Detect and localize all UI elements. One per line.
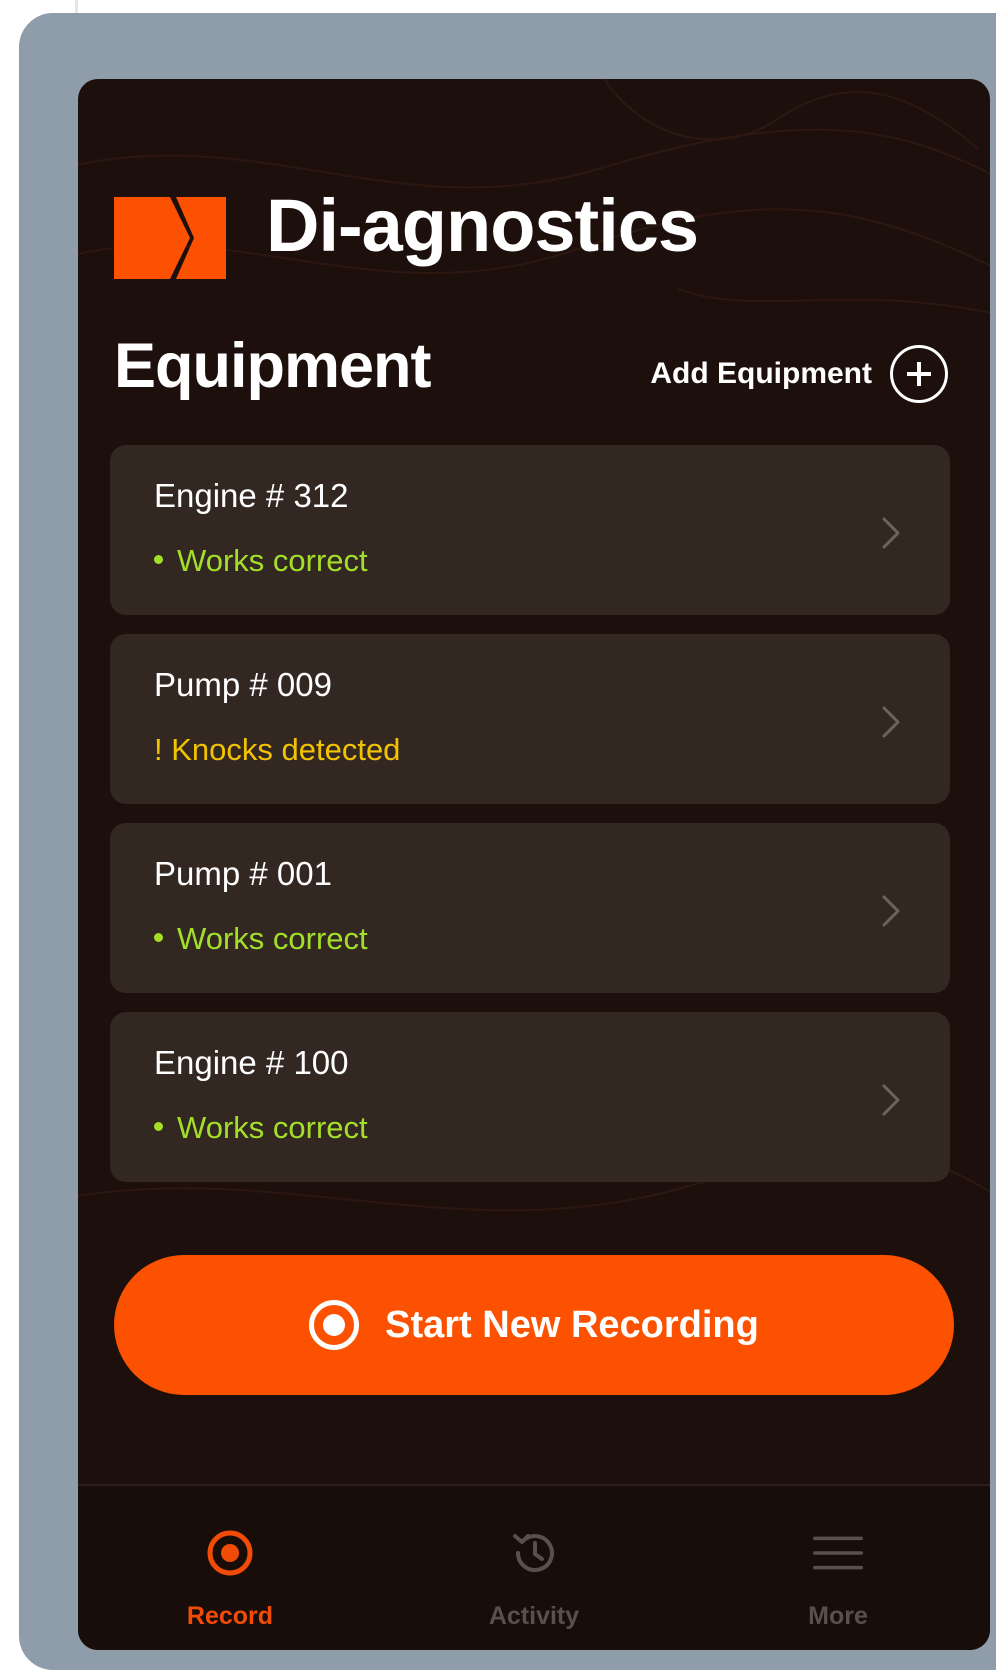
app-name: Di-agnostics <box>266 184 699 267</box>
equipment-name: Engine # 100 <box>154 1044 349 1081</box>
device-frame: Di-agnostics Equipment Add Equipment Eng… <box>19 13 996 1670</box>
equipment-status-text: ! Knocks detected <box>154 732 401 767</box>
equipment-status-text: Works correct <box>177 1110 368 1145</box>
equipment-card[interactable]: Pump # 009 ! Knocks detected <box>110 634 950 804</box>
start-recording-button[interactable]: Start New Recording <box>114 1255 954 1395</box>
equipment-status-text: Works correct <box>177 543 368 578</box>
equipment-card[interactable]: Engine # 100 Works correct <box>110 1012 950 1182</box>
equipment-status: ! Knocks detected <box>154 732 400 768</box>
equipment-status-text: Works correct <box>177 921 368 956</box>
equipment-status: Works correct <box>154 921 368 957</box>
equipment-card[interactable]: Pump # 001 Works correct <box>110 823 950 993</box>
equipment-name: Pump # 009 <box>154 666 332 703</box>
chevron-right-icon <box>882 895 900 927</box>
record-icon <box>205 1528 255 1578</box>
page-title: Equipment <box>114 331 431 401</box>
nav-more-label: More <box>808 1602 868 1630</box>
nav-more[interactable]: More <box>686 1486 990 1650</box>
add-equipment-label: Add Equipment <box>650 357 872 390</box>
nav-activity[interactable]: Activity <box>382 1486 686 1650</box>
start-recording-label: Start New Recording <box>385 1303 759 1346</box>
chevron-right-icon <box>882 706 900 738</box>
chevron-right-icon <box>882 517 900 549</box>
plus-circle-icon[interactable] <box>890 345 948 403</box>
equipment-card[interactable]: Engine # 312 Works correct <box>110 445 950 615</box>
status-dot-icon <box>154 933 163 943</box>
status-dot-icon <box>154 1122 163 1132</box>
equipment-status: Works correct <box>154 1110 368 1146</box>
menu-icon <box>813 1528 863 1578</box>
chevron-right-icon <box>882 1084 900 1116</box>
di-agnostics-logo <box>114 197 226 279</box>
equipment-status: Works correct <box>154 543 368 579</box>
nav-record-label: Record <box>186 1602 274 1630</box>
record-icon <box>309 1300 360 1350</box>
nav-record[interactable]: Record <box>78 1486 382 1650</box>
bottom-nav: Record Activity More <box>78 1484 990 1650</box>
nav-activity-label: Activity <box>488 1602 580 1630</box>
equipment-list: Engine # 312 Works correct Pump # 009 ! … <box>110 445 950 1201</box>
add-equipment-button[interactable]: Add Equipment <box>650 345 948 403</box>
status-dot-icon <box>154 555 163 565</box>
equipment-name: Engine # 312 <box>154 477 349 514</box>
equipment-name: Pump # 001 <box>154 855 332 892</box>
history-icon <box>509 1528 559 1578</box>
left-divider <box>75 0 78 14</box>
app-screen: Di-agnostics Equipment Add Equipment Eng… <box>78 79 990 1650</box>
